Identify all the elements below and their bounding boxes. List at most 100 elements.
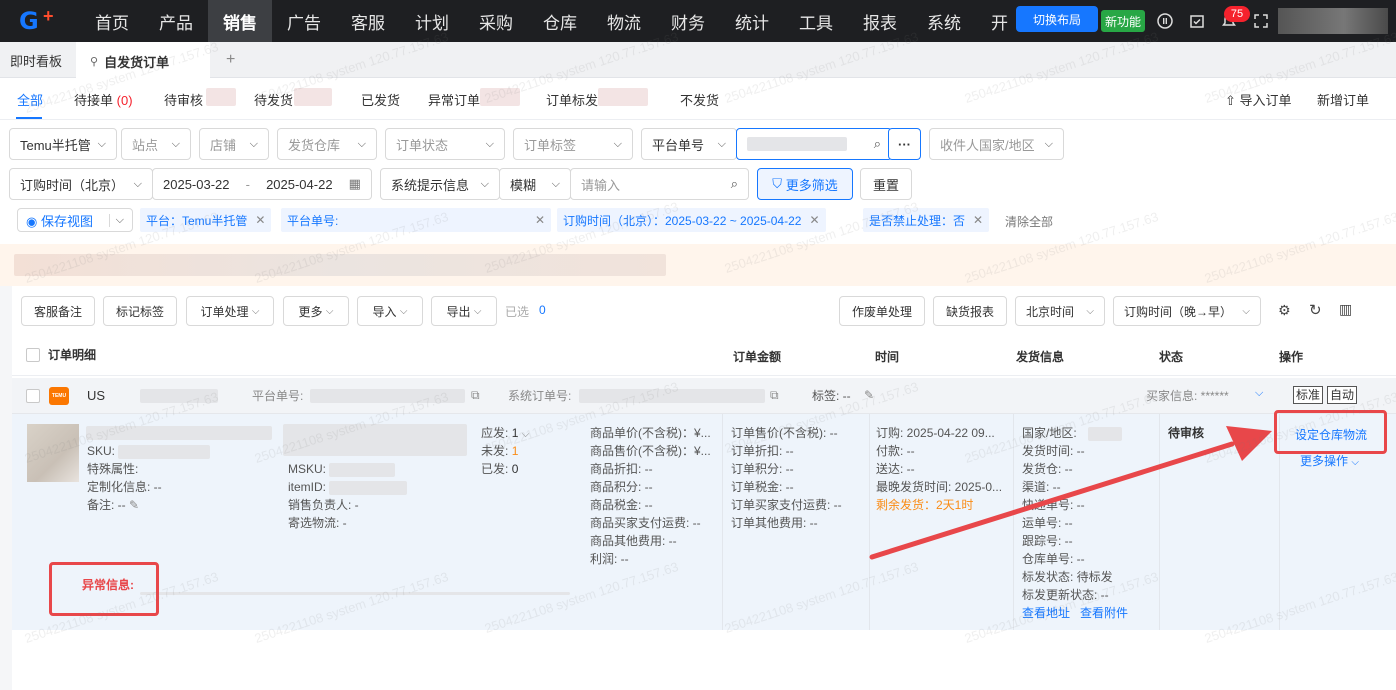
search-icon[interactable]: ⌕ bbox=[731, 176, 738, 192]
buyer-info[interactable]: 买家信息: ****** bbox=[1146, 387, 1229, 405]
abnormal-info-blur bbox=[140, 592, 570, 595]
tab-pending-review[interactable]: 待审核 bbox=[164, 90, 203, 109]
task-check-icon[interactable] bbox=[1188, 12, 1206, 30]
nav-item-9[interactable]: 财务 bbox=[656, 0, 720, 42]
shortage-report-button[interactable]: 缺货报表 bbox=[933, 296, 1007, 326]
warehouse-select[interactable]: 发货仓库 ⌵ bbox=[277, 128, 377, 160]
product-thumbnail[interactable] bbox=[27, 424, 79, 482]
tab-no-ship[interactable]: 不发货 bbox=[680, 90, 719, 109]
view-address-link[interactable]: 查看地址 bbox=[1022, 606, 1070, 620]
more-filters-button[interactable]: ⛉ 更多筛选 bbox=[757, 168, 853, 200]
nav-item-12[interactable]: 报表 bbox=[848, 0, 912, 42]
search-icon[interactable]: ⌕ bbox=[874, 136, 881, 152]
close-icon[interactable]: ✕ bbox=[973, 213, 983, 227]
nav-item-8[interactable]: 物流 bbox=[592, 0, 656, 42]
platform-select[interactable]: Temu半托管 ⌵ bbox=[9, 128, 117, 160]
amount-line: 订单其他费用: -- bbox=[731, 516, 818, 530]
tab-tagged[interactable]: 订单标发 bbox=[546, 90, 598, 109]
ship-line: 跟踪号: -- bbox=[1022, 534, 1073, 548]
mark-tag-button[interactable]: 标记标签 bbox=[103, 296, 177, 326]
void-process-button[interactable]: 作废单处理 bbox=[839, 296, 925, 326]
tab-pending-ship[interactable]: 待发货 bbox=[254, 90, 293, 109]
edit-pencil-icon[interactable]: ✎ bbox=[864, 388, 874, 402]
tab-pending-receive[interactable]: 待接单 (0) bbox=[74, 90, 133, 109]
more-button[interactable]: 更多 ⌵ bbox=[283, 296, 349, 326]
tab-abnormal[interactable]: 异常订单 bbox=[428, 90, 480, 109]
nav-item-3[interactable]: 广告 bbox=[272, 0, 336, 42]
sort-select[interactable]: 订购时间（晚→早） ⌵ bbox=[1113, 296, 1261, 326]
tab-dashboard[interactable]: 即时看板 bbox=[10, 42, 62, 78]
nav-item-4[interactable]: 客服 bbox=[336, 0, 400, 42]
new-order-button[interactable]: 新增订单 bbox=[1317, 90, 1369, 109]
copy-icon[interactable]: ⧉ bbox=[471, 388, 480, 403]
nav-item-2[interactable]: 销售 bbox=[208, 0, 272, 42]
tab-shipped[interactable]: 已发货 bbox=[361, 90, 400, 109]
count-blur bbox=[598, 88, 648, 106]
nav-item-1[interactable]: 产品 bbox=[144, 0, 208, 42]
copy-icon[interactable]: ⧉ bbox=[770, 388, 779, 403]
save-view-button[interactable]: ◉ 保存视图 ⌵ bbox=[17, 208, 133, 232]
order-tag-select[interactable]: 订单标签 ⌵ bbox=[513, 128, 633, 160]
date-range-picker[interactable]: 2025-03-22 - 2025-04-22 ▦ bbox=[152, 168, 372, 200]
columns-book-icon[interactable]: ▥ bbox=[1339, 301, 1352, 318]
gear-icon[interactable]: ⚙ bbox=[1278, 302, 1291, 319]
nav-item-11[interactable]: 工具 bbox=[784, 0, 848, 42]
chevron-down-icon[interactable]: ⌵ bbox=[1255, 387, 1263, 400]
tab-self-ship-orders[interactable]: ⚲ 自发货订单 bbox=[76, 42, 210, 78]
fullscreen-icon[interactable] bbox=[1252, 12, 1270, 30]
nav-item-5[interactable]: 计划 bbox=[400, 0, 464, 42]
more-actions-link[interactable]: 更多操作 ⌵ bbox=[1300, 452, 1359, 472]
platform-no-input[interactable]: ⌕ bbox=[736, 128, 892, 160]
nav-item-14[interactable]: 开 bbox=[976, 0, 1016, 42]
help-circle-icon[interactable] bbox=[1156, 12, 1174, 30]
close-icon[interactable]: ✕ bbox=[809, 213, 819, 227]
store-select[interactable]: 店铺 ⌵ bbox=[199, 128, 269, 160]
nav-item-7[interactable]: 仓库 bbox=[528, 0, 592, 42]
system-hint-select[interactable]: 系统提示信息 ⌵ bbox=[380, 168, 500, 200]
import-button[interactable]: 导入 ⌵ bbox=[357, 296, 423, 326]
filter-chip-forbidden[interactable]: 是否禁止处理：否 ✕ bbox=[863, 208, 990, 232]
clear-all-link[interactable]: 清除全部 bbox=[1005, 213, 1053, 230]
close-icon[interactable]: ✕ bbox=[535, 213, 545, 227]
new-feature-button[interactable]: 新功能 bbox=[1101, 10, 1145, 32]
user-avatar[interactable] bbox=[1278, 8, 1388, 34]
filter-chip-time[interactable]: 订购时间（北京）：2025-03-22 ~ 2025-04-22 ✕ bbox=[557, 208, 826, 232]
platform-no-label: 平台单号: bbox=[252, 389, 304, 403]
tab-all[interactable]: 全部 bbox=[17, 90, 43, 109]
order-status-select[interactable]: 订单状态 ⌵ bbox=[385, 128, 505, 160]
order-process-button[interactable]: 订单处理 ⌵ bbox=[186, 296, 274, 326]
chevron-down-icon[interactable]: ⌵ bbox=[522, 429, 530, 440]
close-icon[interactable]: ✕ bbox=[255, 213, 265, 227]
reset-button[interactable]: 重置 bbox=[860, 168, 912, 200]
keyword-input[interactable]: 请输入 ⌕ bbox=[570, 168, 749, 200]
annotation-box-set-logistics bbox=[1274, 410, 1387, 454]
sales-owner: 销售负责人: - bbox=[288, 498, 359, 512]
time-type-select[interactable]: 订购时间（北京） ⌵ bbox=[9, 168, 153, 200]
cs-note-button[interactable]: 客服备注 bbox=[21, 296, 95, 326]
logo[interactable]: G + bbox=[0, 0, 80, 42]
refresh-icon[interactable]: ↻ bbox=[1309, 301, 1322, 319]
edit-pencil-icon[interactable]: ✎ bbox=[129, 498, 139, 512]
qty-shipped: 已发: 0 bbox=[481, 462, 519, 476]
select-all-checkbox[interactable] bbox=[26, 348, 40, 362]
switch-layout-button[interactable]: 切换布局 bbox=[1016, 6, 1098, 32]
site-select[interactable]: 站点 ⌵ bbox=[121, 128, 191, 160]
view-attachment-link[interactable]: 查看附件 bbox=[1080, 606, 1128, 620]
nav-item-10[interactable]: 统计 bbox=[720, 0, 784, 42]
notice-banner bbox=[0, 244, 1396, 286]
system-no-label: 系统订单号: bbox=[508, 389, 572, 403]
timezone-select[interactable]: 北京时间 ⌵ bbox=[1015, 296, 1105, 326]
export-button[interactable]: 导出 ⌵ bbox=[431, 296, 497, 326]
country-select[interactable]: 收件人国家/地区 ⌵ bbox=[929, 128, 1064, 160]
nav-item-6[interactable]: 采购 bbox=[464, 0, 528, 42]
match-mode-select[interactable]: 模糊 ⌵ bbox=[499, 168, 571, 200]
filter-chip-platform[interactable]: 平台：Temu半托管 ✕ bbox=[140, 208, 272, 232]
order-checkbox[interactable] bbox=[26, 389, 40, 403]
more-dots-button[interactable]: ··· bbox=[888, 128, 921, 160]
platform-no-type-select[interactable]: 平台单号 ⌵ bbox=[641, 128, 737, 160]
add-tab-button[interactable]: + bbox=[226, 42, 235, 78]
import-orders-button[interactable]: ⇧ 导入订单 bbox=[1225, 90, 1292, 109]
nav-item-0[interactable]: 首页 bbox=[80, 0, 144, 42]
filter-chip-platform-no[interactable]: 平台单号: ✕ bbox=[281, 208, 551, 232]
nav-item-13[interactable]: 系统 bbox=[912, 0, 976, 42]
